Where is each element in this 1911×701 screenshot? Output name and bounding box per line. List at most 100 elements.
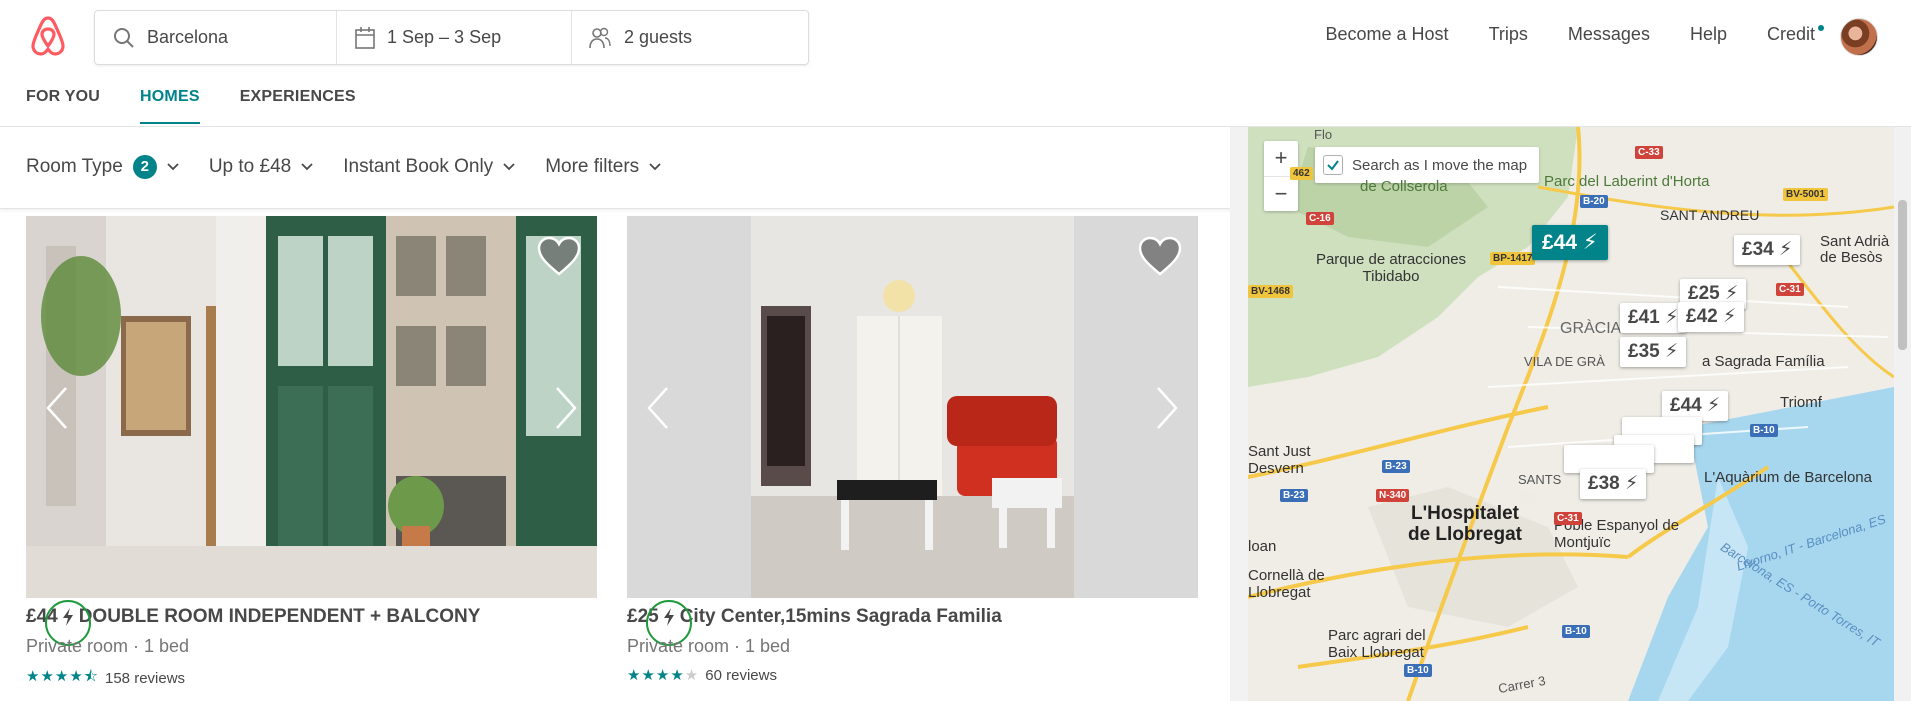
map-label: a Sagrada Família (1702, 353, 1825, 370)
map-label: Parc del Laberint d'Horta (1544, 173, 1710, 190)
chevron-down-icon (167, 163, 179, 171)
listing-details: Private room · 1 bed (26, 636, 190, 656)
chevron-right-icon[interactable] (1156, 386, 1178, 430)
road-badge: B-23 (1280, 489, 1308, 502)
guests-field[interactable]: 2 guests (571, 11, 808, 64)
listing-rating: ★★★★★ 60 reviews (627, 666, 777, 685)
heart-icon[interactable] (1138, 236, 1182, 276)
listing-rating: ★★★★⯪ 158 reviews (26, 666, 185, 691)
map[interactable]: + − Search as I move the map Flo de Coll… (1248, 127, 1894, 701)
chevron-right-icon[interactable] (555, 386, 577, 430)
road-badge: BV-5001 (1783, 188, 1828, 201)
filter-instant-book-label: Instant Book Only (343, 156, 494, 177)
map-label: SANT ANDREU (1660, 207, 1760, 223)
road-badge: B-10 (1750, 424, 1778, 437)
price-pin-label: £42 (1686, 306, 1718, 327)
road-badge: N-340 (1376, 489, 1410, 502)
filter-bar: Room Type 2 Up to £48 Instant Book Only … (0, 127, 1248, 209)
road-badge: B-10 (1404, 664, 1432, 677)
heart-icon[interactable] (537, 236, 581, 276)
price-pin[interactable]: £34 ⚡ (1734, 235, 1801, 265)
price-pin[interactable]: £41 ⚡ (1620, 303, 1687, 333)
listing-card[interactable]: £25 City Center,15mins Sagrada Familia P… (627, 216, 1198, 684)
scrollbar-thumb[interactable] (1898, 200, 1907, 350)
road-badge: C-31 (1776, 283, 1804, 296)
price-pin-selected[interactable]: £44 ⚡ (1532, 225, 1608, 260)
map-label: L'Aquàrium de Barcelona (1704, 469, 1872, 486)
road-badge: C-16 (1306, 212, 1334, 225)
map-label: Triomf (1780, 394, 1822, 411)
dates-value: 1 Sep – 3 Sep (387, 27, 502, 47)
avatar[interactable] (1840, 18, 1878, 56)
filter-count-badge: 2 (132, 155, 157, 179)
price-pin-label: £44 (1670, 395, 1702, 416)
filter-price-label: Up to £48 (208, 156, 292, 177)
price-pin-label: £38 (1588, 473, 1620, 494)
listing-card[interactable]: £44 DOUBLE ROOM INDEPENDENT + BALCONY Pr… (26, 216, 597, 687)
star-rating-icon: ★★★★⯪ (26, 668, 99, 685)
chevron-down-icon (301, 163, 313, 171)
tab-homes[interactable]: HOMES (140, 88, 200, 124)
checkbox[interactable] (1323, 155, 1343, 175)
filter-more[interactable]: More filters (545, 155, 661, 179)
listing-title: DOUBLE ROOM INDEPENDENT + BALCONY (78, 606, 481, 627)
map-label: Parc agrari del Baix Llobregat (1328, 627, 1426, 661)
search-bar[interactable]: Barcelona 1 Sep – 3 Sep 2 guests (94, 10, 809, 65)
listing-photo[interactable] (26, 216, 597, 598)
room-photo-balcony (26, 216, 597, 598)
filter-price[interactable]: Up to £48 (209, 155, 313, 179)
checkmark-icon (1327, 160, 1339, 171)
review-count: 60 reviews (705, 666, 777, 684)
chevron-down-icon (649, 163, 661, 171)
listing-details: Private room · 1 bed (627, 636, 791, 656)
star-rating-icon: ★★★★★ (627, 667, 700, 684)
map-label: Sant Just Desvern (1248, 443, 1311, 477)
road-badge: 462 (1290, 167, 1313, 180)
listing-photo[interactable] (627, 216, 1198, 598)
tab-for-you[interactable]: FOR YOU (26, 88, 100, 124)
road-badge: BV-1468 (1248, 285, 1293, 298)
listing-title: City Center,15mins Sagrada Familia (679, 606, 1002, 627)
map-label: de Collserola (1360, 178, 1448, 195)
road-badge: C-33 (1635, 146, 1663, 159)
map-label: L'Hospitalet de Llobregat (1407, 503, 1522, 545)
nav-become-host[interactable]: Become a Host (1326, 24, 1449, 45)
room-photo-sofa (627, 216, 1198, 598)
zoom-out-button[interactable]: − (1264, 176, 1298, 211)
price-pin[interactable]: £42 ⚡ (1678, 302, 1745, 332)
price-pin[interactable]: £35 ⚡ (1620, 337, 1687, 367)
search-as-move-label: Search as I move the map (1352, 156, 1528, 174)
price-pin[interactable]: £38 ⚡ (1580, 469, 1647, 499)
tab-experiences[interactable]: EXPERIENCES (240, 88, 356, 124)
chevron-down-icon (503, 163, 515, 171)
dates-field[interactable]: 1 Sep – 3 Sep (336, 11, 571, 64)
map-label: loan (1248, 538, 1277, 555)
chevron-left-icon[interactable] (647, 386, 669, 430)
road-badge: B-10 (1562, 625, 1590, 638)
price-pin-label: £34 (1742, 239, 1774, 260)
filter-room-type-label: Room Type (26, 156, 123, 177)
location-value: Barcelona (147, 27, 229, 47)
road-badge: B-23 (1382, 460, 1410, 473)
filter-room-type[interactable]: Room Type 2 (26, 155, 179, 179)
nav-trips[interactable]: Trips (1489, 24, 1528, 45)
map-label: GRÀCIA (1560, 320, 1622, 337)
header: Barcelona 1 Sep – 3 Sep 2 guests Become … (0, 0, 1911, 74)
review-count: 158 reviews (105, 670, 186, 687)
road-badge: BP-1417 (1490, 252, 1536, 265)
nav-help[interactable]: Help (1690, 24, 1727, 45)
nav-credit[interactable]: Credit (1767, 24, 1824, 45)
category-tabs: FOR YOU HOMES EXPERIENCES (26, 88, 396, 124)
price-pin-label: £35 (1628, 341, 1660, 362)
map-label: SANTS (1518, 472, 1562, 487)
map-label: Sant Adrià de Besòs (1820, 233, 1890, 266)
location-field[interactable]: Barcelona (95, 11, 336, 64)
price-pin-label: £41 (1628, 307, 1660, 328)
calendar-icon (355, 26, 375, 49)
airbnb-logo-icon[interactable] (28, 14, 68, 58)
map-label: Cornellà de Llobregat (1248, 567, 1325, 601)
filter-instant-book[interactable]: Instant Book Only (343, 155, 515, 179)
chevron-left-icon[interactable] (46, 386, 68, 430)
map-terrain (1248, 127, 1894, 701)
nav-messages[interactable]: Messages (1568, 24, 1650, 45)
